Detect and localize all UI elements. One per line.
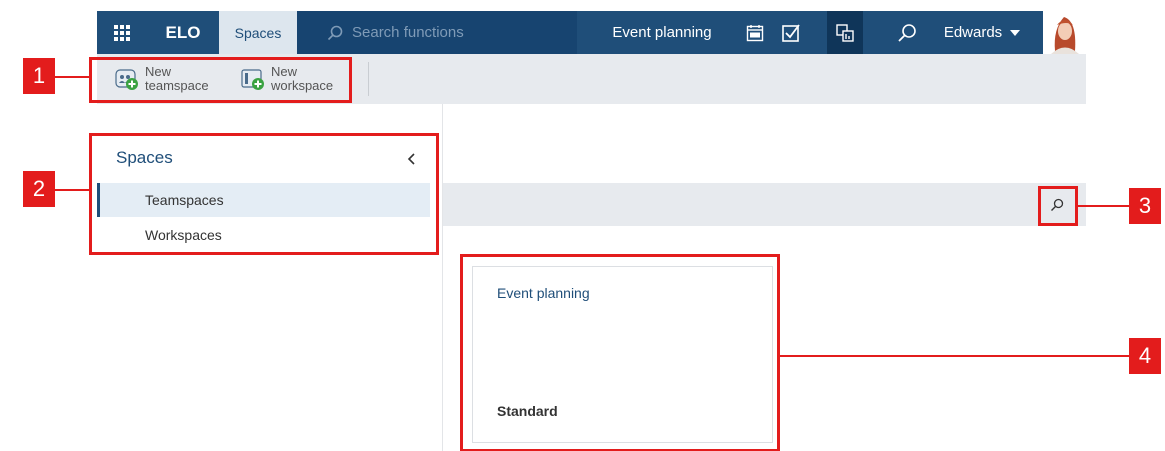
user-menu-button[interactable]: Edwards [927, 11, 1037, 54]
caret-down-icon [1010, 29, 1021, 36]
search-icon [327, 25, 343, 40]
callout-highlight-2 [89, 133, 439, 255]
elo-calendar-icon[interactable] [737, 11, 773, 54]
tab-spaces[interactable]: Spaces [219, 11, 297, 54]
callout-line-2 [55, 189, 89, 191]
search-placeholder: Search functions [352, 24, 464, 41]
ribbon-separator [368, 62, 369, 96]
callout-number-3: 3 [1129, 188, 1161, 224]
user-name: Edwards [943, 24, 1003, 41]
top-bar: ELO Spaces Search functions Event planni… [97, 11, 1086, 54]
callout-highlight-4 [460, 254, 780, 451]
search-functions-input[interactable]: Search functions [297, 11, 577, 54]
app-grid-icon[interactable] [97, 11, 147, 54]
global-search-icon[interactable] [889, 11, 925, 54]
tasks-checkbox-icon[interactable] [773, 11, 809, 54]
callout-number-2: 2 [23, 171, 55, 207]
filter-bar [443, 183, 1086, 226]
callout-number-4: 4 [1129, 338, 1161, 374]
callout-number-1: 1 [23, 58, 55, 94]
callout-highlight-1 [89, 57, 352, 103]
panel-divider [442, 104, 443, 451]
current-space-button[interactable]: Event planning [587, 11, 737, 54]
callout-line-1 [55, 76, 89, 78]
elo-logo[interactable]: ELO [147, 11, 219, 54]
avatar[interactable] [1043, 11, 1086, 54]
callout-line-3 [1078, 205, 1129, 207]
callout-line-4 [780, 355, 1129, 357]
callout-highlight-3 [1038, 186, 1078, 226]
spaces-app-icon[interactable] [827, 11, 863, 54]
